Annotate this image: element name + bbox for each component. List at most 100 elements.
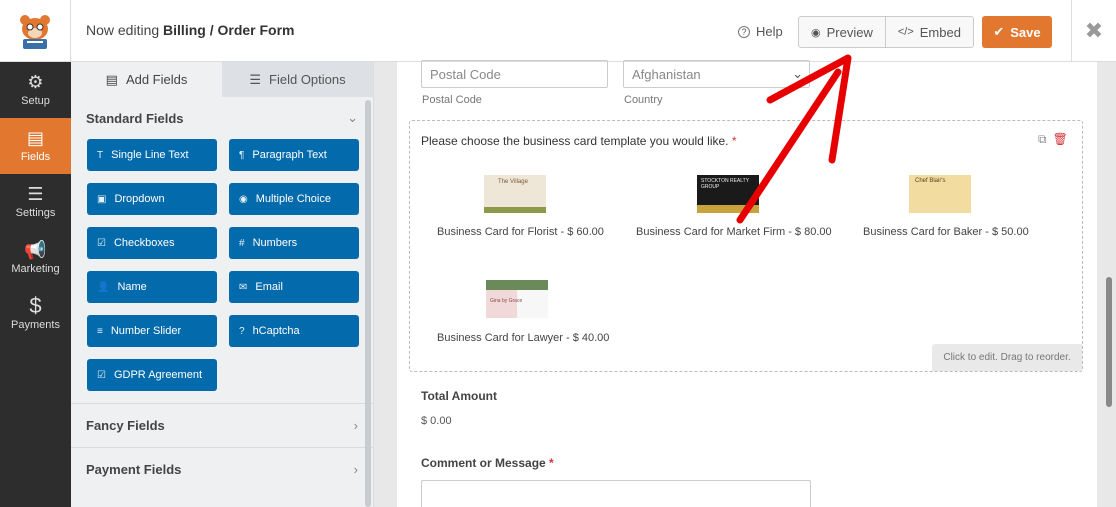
sidebar-item-marketing[interactable]: 📢 Marketing [0, 230, 71, 286]
sidebar-item-label: Marketing [11, 263, 60, 275]
chevron-right-icon: › [353, 462, 358, 477]
tab-label: Add Fields [125, 72, 188, 87]
field-button-label: Name [117, 281, 147, 293]
field-button-gdpr-agreement[interactable]: ☑ GDPR Agreement [87, 359, 217, 391]
sidebar-item-payments[interactable]: $ Payments [0, 286, 71, 342]
edit-hint: Click to edit. Drag to reorder. [932, 344, 1082, 371]
eye-icon: ◉ [811, 26, 821, 39]
field-button-hcaptcha[interactable]: ? hCaptcha [229, 315, 359, 347]
question-icon: ? [239, 325, 245, 337]
user-icon: 👤 [97, 281, 110, 293]
help-icon: ? [738, 25, 750, 38]
field-button-checkboxes[interactable]: ☑ Checkboxes [87, 227, 217, 259]
field-button-numbers[interactable]: # Numbers [229, 227, 359, 259]
chevron-right-icon: › [353, 418, 358, 433]
field-controls: ⧉ 🗑 [1038, 132, 1068, 147]
preview-scrollbar[interactable] [1106, 277, 1112, 407]
postal-code-input[interactable]: Postal Code [421, 60, 608, 88]
gear-icon: ⚙ [27, 72, 44, 92]
field-button-paragraph-text[interactable]: ¶ Paragraph Text [229, 139, 359, 171]
florist-card-text: The Village [498, 179, 528, 185]
help-link[interactable]: ? Help [738, 24, 783, 39]
list-icon: ▤ [105, 71, 118, 87]
bear-logo-icon [20, 15, 50, 49]
checkbox-icon: ☑ [97, 237, 106, 249]
sidebar-item-label: Setup [21, 95, 50, 107]
field-button-label: Checkboxes [113, 237, 175, 249]
total-amount-value: $ 0.00 [421, 415, 452, 427]
section-title: Payment Fields [86, 462, 182, 477]
sidebar-item-label: Fields [20, 151, 51, 163]
top-bar: Now editing Billing / Order Form ? Help … [0, 0, 1116, 62]
field-button-label: GDPR Agreement [113, 369, 203, 381]
comment-label-text: Comment or Message [421, 456, 546, 470]
sidebar-item-setup[interactable]: ⚙ Setup [0, 62, 71, 118]
close-button[interactable]: ✖ [1071, 0, 1116, 62]
trash-icon[interactable]: 🗑 [1053, 132, 1068, 147]
field-button-label: Number Slider [110, 325, 182, 337]
dropdown-icon: ▣ [97, 193, 107, 205]
help-label: Help [756, 24, 783, 39]
slider-icon: ≡ [97, 325, 103, 337]
standard-fields-header[interactable]: Standard Fields ⌄ [71, 97, 373, 139]
section-title: Fancy Fields [86, 418, 165, 433]
field-button-single-line-text[interactable]: T Single Line Text [87, 139, 217, 171]
preview-button[interactable]: ◉ Preview [799, 17, 886, 47]
florist-card-image[interactable]: The Village [484, 175, 546, 213]
field-button-name[interactable]: 👤 Name [87, 271, 217, 303]
required-mark: * [549, 456, 554, 470]
tab-field-options[interactable]: ☰ Field Options [222, 62, 373, 97]
lawyer-card-image[interactable]: Gina by Grace [486, 280, 548, 318]
payment-fields-header[interactable]: Payment Fields › [71, 447, 373, 491]
checkbox-icon: ☑ [97, 369, 106, 381]
field-button-label: hCaptcha [252, 325, 300, 337]
editing-title: Now editing Billing / Order Form [86, 22, 295, 38]
tab-label: Field Options [269, 72, 346, 87]
postal-code-sublabel: Postal Code [422, 94, 482, 106]
save-label: Save [1010, 24, 1041, 40]
annotation-arrow [736, 54, 852, 224]
hash-icon: # [239, 237, 245, 249]
baker-card-text: Chef Blair's [915, 178, 946, 184]
panel-scrollbar[interactable] [365, 100, 371, 507]
megaphone-icon: 📢 [24, 240, 47, 260]
sidebar-item-settings[interactable]: ☰ Settings [0, 174, 71, 230]
country-value: Afghanistan [632, 66, 701, 82]
section-title: Standard Fields [86, 110, 184, 126]
fancy-fields-header[interactable]: Fancy Fields › [71, 403, 373, 447]
field-button-multiple-choice[interactable]: ◉ Multiple Choice [229, 183, 359, 215]
field-button-dropdown[interactable]: ▣ Dropdown [87, 183, 217, 215]
wpforms-logo[interactable] [0, 0, 71, 62]
duplicate-icon[interactable]: ⧉ [1038, 132, 1047, 147]
paragraph-icon: ¶ [239, 149, 245, 161]
lawyer-card-text: Gina by Grace [490, 298, 523, 304]
country-sublabel: Country [624, 94, 663, 106]
list-icon: ▤ [26, 128, 44, 148]
field-button-label: Dropdown [114, 193, 165, 205]
postal-code-placeholder: Postal Code [430, 66, 501, 82]
panel-tabs: ▤ Add Fields ☰ Field Options [71, 62, 373, 97]
tab-add-fields[interactable]: ▤ Add Fields [71, 62, 222, 97]
form-name: Billing / Order Form [163, 22, 295, 38]
field-button-label: Single Line Text [111, 149, 189, 161]
embed-button[interactable]: </> Embed [886, 17, 973, 47]
field-button-number-slider[interactable]: ≡ Number Slider [87, 315, 217, 347]
sidebar-nav: ⚙ Setup ▤ Fields ☰ Settings 📢 Marketing … [0, 62, 71, 507]
editing-prefix: Now editing [86, 22, 160, 38]
sliders-icon: ☰ [27, 184, 44, 204]
baker-card-image[interactable]: Chef Blair's [909, 175, 971, 213]
comment-textarea[interactable] [421, 480, 811, 507]
preview-embed-group: ◉ Preview </> Embed [798, 16, 974, 48]
save-button[interactable]: ✔ Save [982, 16, 1052, 48]
embed-label: Embed [919, 24, 961, 40]
fields-panel: ▤ Add Fields ☰ Field Options Standard Fi… [71, 62, 374, 507]
field-button-label: Email [255, 281, 283, 293]
dollar-icon: $ [29, 293, 42, 318]
field-button-label: Paragraph Text [252, 149, 327, 161]
standard-fields-grid: T Single Line Text ¶ Paragraph Text ▣ Dropd… [71, 139, 373, 403]
envelope-icon: ✉ [239, 281, 248, 293]
field-button-email[interactable]: ✉ Email [229, 271, 359, 303]
sidebar-item-fields[interactable]: ▤ Fields [0, 118, 71, 174]
card-caption-florist: Business Card for Florist - $ 60.00 [437, 226, 604, 238]
field-button-label: Numbers [252, 237, 298, 249]
